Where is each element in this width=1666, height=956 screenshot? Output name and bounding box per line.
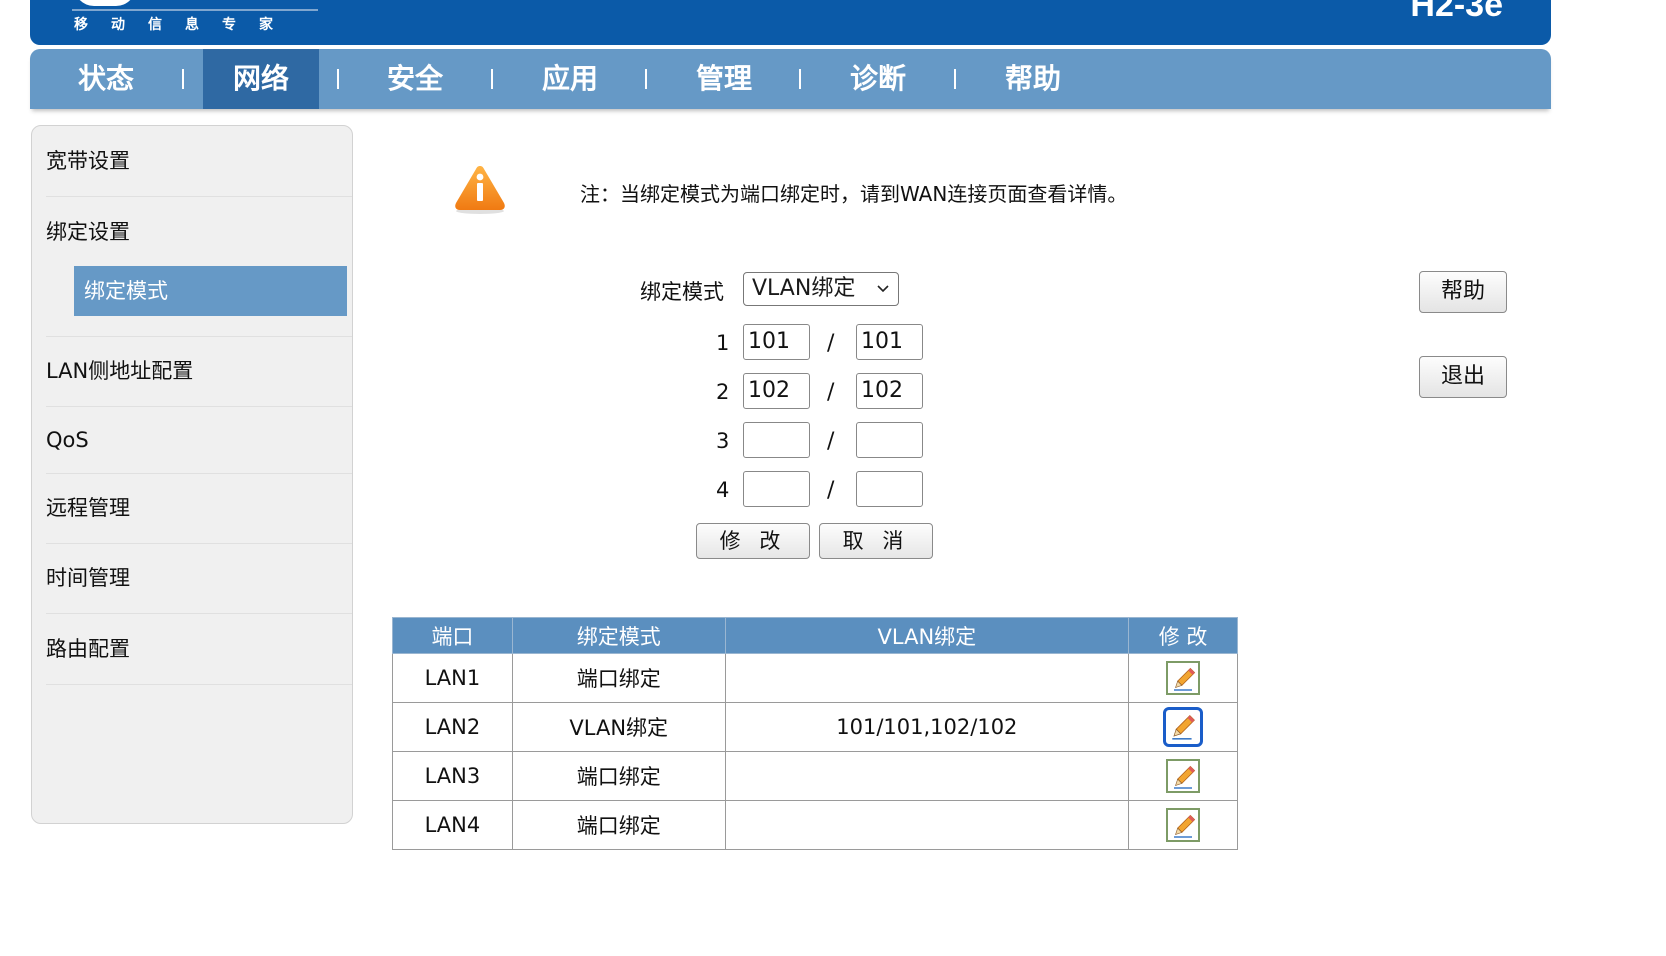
binding-mode-select[interactable]: VLAN绑定 bbox=[743, 272, 899, 306]
sidebar-item-routing[interactable]: 路由配置 bbox=[46, 614, 352, 685]
logo-char: 专 bbox=[222, 17, 236, 33]
vlan-cell bbox=[724, 800, 1130, 850]
slash-separator: / bbox=[827, 380, 835, 405]
help-button[interactable]: 帮助 bbox=[1419, 271, 1507, 313]
port-cell: LAN3 bbox=[392, 751, 513, 801]
vlan-input-3b[interactable] bbox=[856, 422, 923, 458]
note-text: 注：当绑定模式为端口绑定时，请到WAN连接页面查看详情。 bbox=[580, 182, 1128, 206]
logo-char: 动 bbox=[111, 17, 125, 33]
nav-tab-management[interactable]: 管理 bbox=[666, 49, 782, 109]
port-cell: LAN4 bbox=[392, 800, 513, 850]
port-cell: LAN2 bbox=[392, 702, 513, 752]
binding-table: 端口 绑定模式 VLAN绑定 修 改 LAN1 端口绑定 LAN2 VLAN绑定… bbox=[392, 617, 1238, 850]
chevron-down-icon bbox=[876, 273, 890, 316]
mode-cell: 端口绑定 bbox=[511, 653, 726, 703]
row-index: 2 bbox=[716, 380, 730, 404]
sidebar-item-lan-address[interactable]: LAN侧地址配置 bbox=[46, 337, 352, 407]
pencil-icon[interactable] bbox=[1166, 808, 1201, 842]
pencil-icon[interactable] bbox=[1163, 707, 1204, 747]
logo-char: 息 bbox=[185, 17, 199, 33]
nav-separator bbox=[182, 69, 184, 89]
nav-separator bbox=[337, 69, 339, 89]
row-index: 4 bbox=[716, 478, 730, 502]
logout-button[interactable]: 退出 bbox=[1419, 356, 1507, 398]
nav-separator bbox=[491, 69, 493, 89]
binding-mode-label: 绑定模式 bbox=[640, 280, 724, 304]
device-model: H2-3e bbox=[1410, 0, 1503, 24]
nav-tab-help[interactable]: 帮助 bbox=[975, 49, 1091, 109]
vlan-input-4a[interactable] bbox=[743, 471, 810, 507]
sidebar-item-broadband[interactable]: 宽带设置 bbox=[46, 126, 352, 197]
sidebar-subitem-binding-mode[interactable]: 绑定模式 bbox=[74, 266, 347, 316]
nav-tab-security[interactable]: 安全 bbox=[357, 49, 473, 109]
vlan-cell bbox=[724, 751, 1130, 801]
nav-separator bbox=[645, 69, 647, 89]
mode-cell: 端口绑定 bbox=[511, 800, 726, 850]
vlan-cell bbox=[724, 653, 1130, 703]
binding-mode-value: VLAN绑定 bbox=[752, 276, 856, 301]
sidebar: 宽带设置 绑定设置 绑定模式 LAN侧地址配置 QoS 远程管理 时间管理 路由… bbox=[31, 125, 353, 824]
column-header-port: 端口 bbox=[392, 617, 513, 654]
slash-separator: / bbox=[827, 478, 835, 503]
logo-mark bbox=[74, 0, 136, 6]
mode-cell: VLAN绑定 bbox=[511, 702, 726, 752]
pencil-icon[interactable] bbox=[1166, 759, 1201, 793]
column-header-mode: 绑定模式 bbox=[511, 617, 726, 654]
vlan-input-1b[interactable]: 101 bbox=[856, 324, 923, 360]
table-row: LAN2 VLAN绑定 101/101,102/102 bbox=[392, 702, 1238, 752]
warning-triangle-icon bbox=[452, 163, 508, 215]
nav-tab-diagnosis[interactable]: 诊断 bbox=[820, 49, 936, 109]
nav-tab-status[interactable]: 状态 bbox=[48, 49, 164, 109]
sidebar-item-label: 绑定设置 bbox=[46, 220, 130, 244]
edit-cell bbox=[1128, 751, 1238, 801]
table-row: LAN3 端口绑定 bbox=[392, 751, 1238, 801]
edit-cell bbox=[1128, 702, 1238, 752]
row-index: 1 bbox=[716, 331, 730, 355]
edit-cell bbox=[1128, 800, 1238, 850]
column-header-vlan: VLAN绑定 bbox=[724, 617, 1130, 654]
column-header-edit: 修 改 bbox=[1128, 617, 1238, 654]
vlan-input-2a[interactable]: 102 bbox=[743, 373, 810, 409]
slash-separator: / bbox=[827, 331, 835, 356]
vlan-input-3a[interactable] bbox=[743, 422, 810, 458]
mode-cell: 端口绑定 bbox=[511, 751, 726, 801]
nav-separator bbox=[954, 69, 956, 89]
nav-separator bbox=[799, 69, 801, 89]
logo-char: 信 bbox=[148, 17, 162, 33]
top-header: 移 动 信 息 专 家 H2-3e bbox=[30, 0, 1551, 45]
nav-tab-application[interactable]: 应用 bbox=[512, 49, 628, 109]
edit-cell bbox=[1128, 653, 1238, 703]
vlan-cell: 101/101,102/102 bbox=[724, 702, 1130, 752]
slash-separator: / bbox=[827, 429, 835, 454]
port-cell: LAN1 bbox=[392, 653, 513, 703]
sidebar-item-qos[interactable]: QoS bbox=[46, 407, 352, 474]
logo-char: 移 bbox=[74, 17, 88, 33]
row-index: 3 bbox=[716, 429, 730, 453]
logo-text: 移 动 信 息 专 家 bbox=[74, 14, 273, 34]
table-row: LAN4 端口绑定 bbox=[392, 800, 1238, 850]
sidebar-item-time-management[interactable]: 时间管理 bbox=[46, 544, 352, 614]
modify-button[interactable]: 修 改 bbox=[696, 523, 810, 559]
pencil-icon[interactable] bbox=[1166, 661, 1201, 695]
vlan-input-1a[interactable]: 101 bbox=[743, 324, 810, 360]
vlan-input-2b[interactable]: 102 bbox=[856, 373, 923, 409]
logo-char: 家 bbox=[259, 17, 273, 33]
sidebar-item-remote-management[interactable]: 远程管理 bbox=[46, 474, 352, 544]
table-header-row: 端口 绑定模式 VLAN绑定 修 改 bbox=[392, 617, 1238, 654]
main-nav: 状态 网络 安全 应用 管理 诊断 帮助 bbox=[30, 49, 1551, 109]
nav-tab-network[interactable]: 网络 bbox=[203, 49, 319, 109]
table-row: LAN1 端口绑定 bbox=[392, 653, 1238, 703]
vlan-input-4b[interactable] bbox=[856, 471, 923, 507]
cancel-button[interactable]: 取 消 bbox=[819, 523, 933, 559]
logo-divider bbox=[72, 9, 318, 11]
